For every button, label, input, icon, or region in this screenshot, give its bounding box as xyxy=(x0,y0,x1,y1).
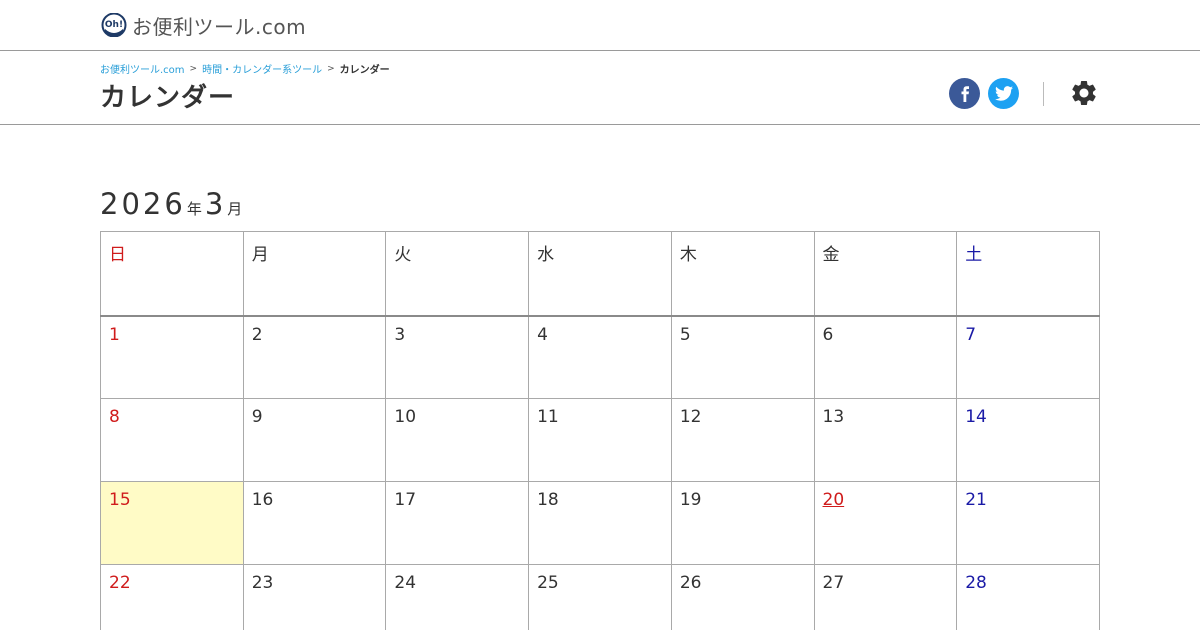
calendar-day-number: 8 xyxy=(109,407,120,427)
month-suffix: 月 xyxy=(227,200,243,218)
calendar-day-cell[interactable]: 12 xyxy=(670,398,815,482)
calendar-day-cell[interactable]: 27 xyxy=(813,564,958,630)
calendar-day-number: 7 xyxy=(965,324,977,345)
calendar-day-cell[interactable]: 23 xyxy=(242,564,387,630)
year-suffix: 年 xyxy=(186,200,202,218)
calendar-day-cell[interactable]: 18 xyxy=(528,481,672,565)
breadcrumb-separator: > xyxy=(189,63,198,74)
logo-mark-icon: Oh! xyxy=(100,12,128,38)
calendar-day-number: 3 xyxy=(394,324,406,345)
gear-icon xyxy=(1072,81,1096,105)
calendar-day-number: 6 xyxy=(822,324,834,345)
calendar-table: 日月火水木金土 1 2 3 4 5 6 7 8 9 10 11 12 13 14 15 16 17 18 19 20 2… xyxy=(100,231,1100,630)
weekday-header-mon: 月 xyxy=(242,231,387,317)
calendar-day-cell[interactable]: 14 xyxy=(956,398,1100,482)
weekday-header-fri: 金 xyxy=(813,231,958,317)
calendar-day-number: 15 xyxy=(109,490,131,510)
calendar-day-number: 14 xyxy=(965,407,987,427)
calendar-day-cell[interactable]: 28 xyxy=(956,564,1100,630)
calendar-day-number: 24 xyxy=(394,573,417,593)
calendar-day-cell[interactable]: 2 xyxy=(242,315,387,399)
weekday-header-thu: 木 xyxy=(670,231,815,317)
calendar-day-cell[interactable]: 26 xyxy=(670,564,815,630)
calendar-day-cell[interactable]: 5 xyxy=(670,315,815,399)
calendar-day-cell[interactable]: 10 xyxy=(385,398,530,482)
calendar-day-cell[interactable]: 4 xyxy=(528,315,672,399)
calendar-day-cell[interactable]: 8 xyxy=(100,398,244,482)
weekday-header-tue: 火 xyxy=(385,231,530,317)
calendar-day-cell[interactable]: 15 xyxy=(100,481,244,565)
calendar-day-number: 10 xyxy=(394,407,417,427)
calendar-day-number: 20 xyxy=(822,490,845,510)
year-value: 2026 xyxy=(100,187,186,221)
facebook-icon xyxy=(961,85,969,102)
calendar-day-cell[interactable]: 19 xyxy=(670,481,815,565)
breadcrumb-home-link[interactable]: お便利ツール.com xyxy=(100,61,185,76)
calendar-day-number: 11 xyxy=(537,407,559,427)
calendar-day-cell[interactable]: 1 xyxy=(100,315,244,399)
svg-text:Oh!: Oh! xyxy=(105,20,123,30)
site-logo-link[interactable]: Oh! お便利ツール.com xyxy=(100,11,306,39)
breadcrumb: お便利ツール.com > 時間・カレンダー系ツール > カレンダー xyxy=(100,61,390,77)
header-divider xyxy=(1043,82,1044,106)
calendar-day-number: 13 xyxy=(822,407,845,427)
calendar-day-number: 16 xyxy=(251,490,274,510)
calendar-day-cell[interactable]: 6 xyxy=(813,315,958,399)
calendar-day-cell[interactable]: 11 xyxy=(528,398,672,482)
calendar-day-cell[interactable]: 17 xyxy=(385,481,530,565)
breadcrumb-category-link[interactable]: 時間・カレンダー系ツール xyxy=(202,61,322,76)
calendar-day-number: 5 xyxy=(679,324,691,345)
page-title: カレンダー xyxy=(100,83,236,113)
page-header: お便利ツール.com > 時間・カレンダー系ツール > カレンダー カレンダー xyxy=(0,51,1200,125)
calendar-week-row: 1 2 3 4 5 6 7 xyxy=(100,315,1100,399)
calendar-day-number: 27 xyxy=(822,573,845,593)
calendar-day-number: 17 xyxy=(394,490,417,510)
calendar-day-number: 12 xyxy=(679,407,702,427)
calendar-week-row: 15 16 17 18 19 20 21 xyxy=(100,481,1100,565)
calendar-day-cell[interactable]: 24 xyxy=(385,564,530,630)
calendar-week-row: 8 9 10 11 12 13 14 xyxy=(100,398,1100,482)
weekday-header-wed: 水 xyxy=(528,231,672,317)
breadcrumb-separator: > xyxy=(327,63,335,74)
calendar-day-cell[interactable]: 21 xyxy=(956,481,1100,565)
weekday-header-sun: 日 xyxy=(100,231,244,317)
calendar-day-number: 26 xyxy=(679,573,702,593)
calendar-day-number: 4 xyxy=(537,324,548,345)
settings-button[interactable] xyxy=(1069,78,1099,108)
twitter-share-button[interactable] xyxy=(988,78,1019,109)
breadcrumb-current: カレンダー xyxy=(339,65,390,76)
calendar-body: 1 2 3 4 5 6 7 8 9 10 11 12 13 14 15 16 17 18 19 20 21 22 23 24 2… xyxy=(100,315,1100,630)
calendar-day-cell[interactable]: 22 xyxy=(100,564,244,630)
calendar-day-cell[interactable]: 9 xyxy=(242,398,387,482)
weekday-header-row: 日月火水木金土 xyxy=(100,231,1100,317)
calendar-day-number: 1 xyxy=(109,324,120,345)
calendar-day-number: 21 xyxy=(965,490,987,510)
calendar-day-number: 25 xyxy=(537,573,559,593)
calendar-day-number: 18 xyxy=(537,490,559,510)
calendar-day-cell[interactable]: 7 xyxy=(956,315,1100,399)
month-value: 3 xyxy=(204,187,227,221)
calendar-week-row: 22 23 24 25 26 27 28 xyxy=(100,564,1100,630)
twitter-icon xyxy=(994,86,1013,101)
calendar-day-cell[interactable]: 3 xyxy=(385,315,530,399)
calendar-day-number: 22 xyxy=(109,573,131,593)
facebook-share-button[interactable] xyxy=(949,78,980,109)
weekday-header-sat: 土 xyxy=(956,231,1100,317)
month-heading: 2026 年 3 月 xyxy=(100,187,245,221)
calendar-day-number: 28 xyxy=(965,573,987,593)
site-header: Oh! お便利ツール.com xyxy=(0,0,1200,51)
calendar-day-cell[interactable]: 25 xyxy=(528,564,672,630)
logo-text: お便利ツール.com xyxy=(132,14,307,39)
calendar-day-number: 2 xyxy=(251,324,263,345)
calendar-day-number: 23 xyxy=(251,573,274,593)
calendar-day-number: 9 xyxy=(251,407,263,427)
calendar-day-cell[interactable]: 20 xyxy=(813,481,958,565)
calendar-day-cell[interactable]: 16 xyxy=(242,481,387,565)
calendar-day-cell[interactable]: 13 xyxy=(813,398,958,482)
calendar-day-number: 19 xyxy=(679,490,702,510)
